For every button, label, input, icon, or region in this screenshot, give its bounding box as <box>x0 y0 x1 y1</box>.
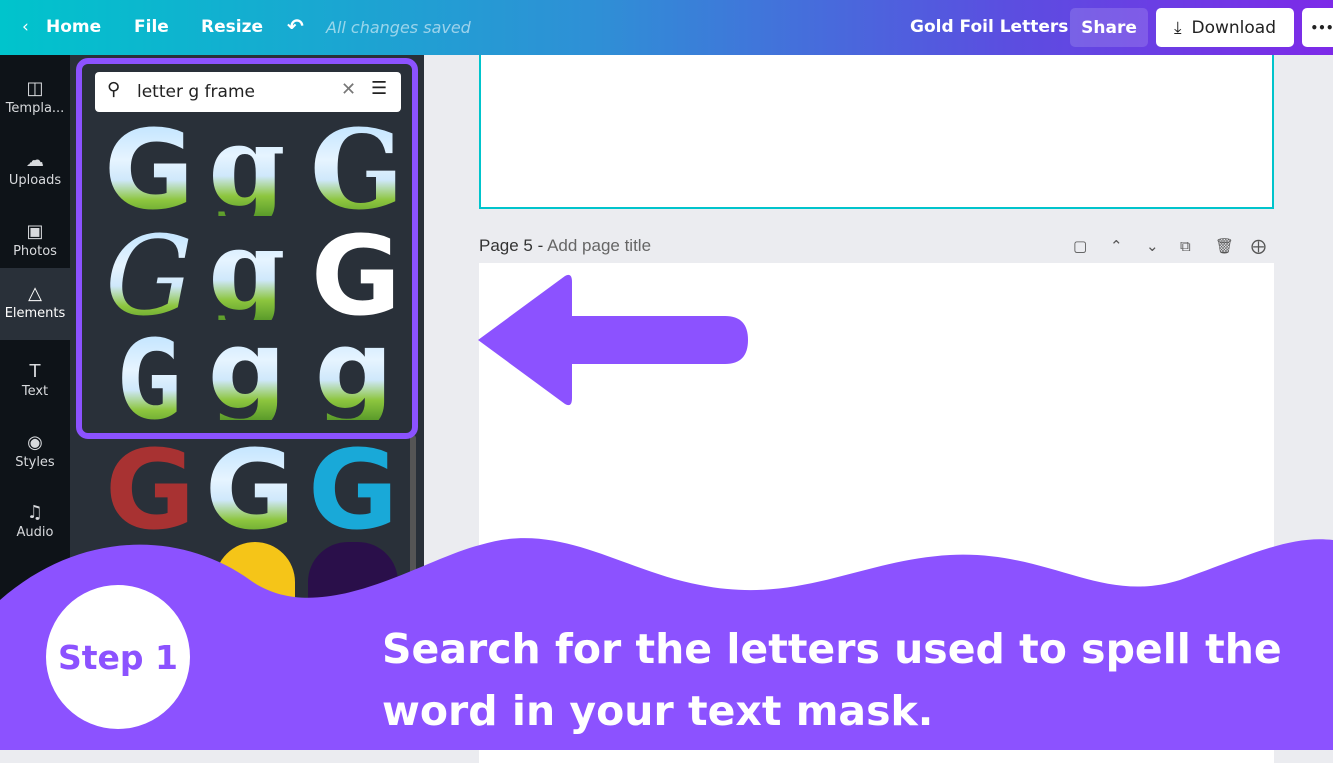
sidebar-item-styles[interactable]: ◉ Styles <box>0 419 70 489</box>
sidebar-item-templates[interactable]: ◫ Templa... <box>0 65 70 135</box>
save-status: All changes saved <box>326 18 471 37</box>
page-title: Page 5 - Add page title <box>479 236 651 256</box>
element-tile[interactable]: G <box>104 115 194 225</box>
download-icon: ⤓ <box>1173 17 1182 38</box>
step-caption: Search for the letters used to spell the… <box>382 625 1282 735</box>
undo-icon[interactable]: ↶ <box>287 14 304 38</box>
sidebar-item-text[interactable]: T Text <box>0 348 70 418</box>
element-tile[interactable]: G <box>104 325 194 435</box>
element-tile[interactable]: g <box>304 315 404 425</box>
design-title[interactable]: Gold Foil Letters <box>910 17 1068 37</box>
upload-icon: ☁ <box>26 150 44 171</box>
nav-label: Elements <box>4 306 66 321</box>
filter-icon[interactable]: ☰ <box>371 78 387 99</box>
element-tile[interactable]: G <box>310 115 404 225</box>
elements-icon: △ <box>28 283 42 304</box>
clear-icon[interactable]: ✕ <box>341 79 356 100</box>
trash-icon[interactable]: 🗑 <box>1215 237 1234 255</box>
search-icon: ⚲ <box>107 79 121 100</box>
page-4-canvas[interactable] <box>479 55 1274 209</box>
file-menu[interactable]: File <box>134 17 169 37</box>
nav-label: Text <box>21 384 49 399</box>
add-page-icon[interactable]: ⨁ <box>1251 237 1266 255</box>
duplicate-icon[interactable]: ⧉ <box>1180 237 1191 255</box>
share-button[interactable]: Share <box>1070 8 1148 47</box>
palette-icon: ◉ <box>27 432 43 453</box>
search-results-highlight: ⚲ letter g frame ✕ ☰ G g G G g G G g g <box>76 58 418 439</box>
sidebar-item-uploads[interactable]: ☁ Uploads <box>0 137 70 207</box>
element-tile[interactable]: G <box>104 221 194 331</box>
element-tile[interactable]: g <box>202 215 292 325</box>
chevron-up-icon[interactable]: ⌃ <box>1110 237 1123 255</box>
element-tile[interactable]: g <box>202 315 292 425</box>
page-number: Page 5 - <box>479 236 548 255</box>
page-title-input[interactable]: Add page title <box>547 236 651 255</box>
photo-icon: ▣ <box>26 221 44 242</box>
arrow-left-icon <box>478 274 748 406</box>
text-icon: T <box>29 361 41 382</box>
download-label: Download <box>1191 17 1277 38</box>
sidebar-item-elements[interactable]: △ Elements <box>0 268 70 340</box>
chevron-down-icon[interactable]: ⌄ <box>1146 237 1159 255</box>
nav-label: Templa... <box>5 101 65 116</box>
element-tile[interactable]: g <box>202 111 292 221</box>
nav-label: Uploads <box>8 173 62 188</box>
step-badge: Step 1 <box>46 585 190 729</box>
notes-icon[interactable]: ▢ <box>1073 237 1087 255</box>
resize-button[interactable]: Resize <box>201 17 263 37</box>
chevron-left-icon[interactable]: ‹ <box>22 17 29 37</box>
download-button[interactable]: ⤓ Download <box>1156 8 1294 47</box>
more-button[interactable]: ••• <box>1302 8 1333 47</box>
nav-label: Styles <box>15 455 55 470</box>
home-button[interactable]: Home <box>46 17 101 37</box>
top-bar: ‹ Home File Resize ↶ All changes saved G… <box>0 0 1333 55</box>
search-value: letter g frame <box>137 82 255 102</box>
nav-label: Photos <box>13 244 57 259</box>
template-icon: ◫ <box>26 78 44 99</box>
